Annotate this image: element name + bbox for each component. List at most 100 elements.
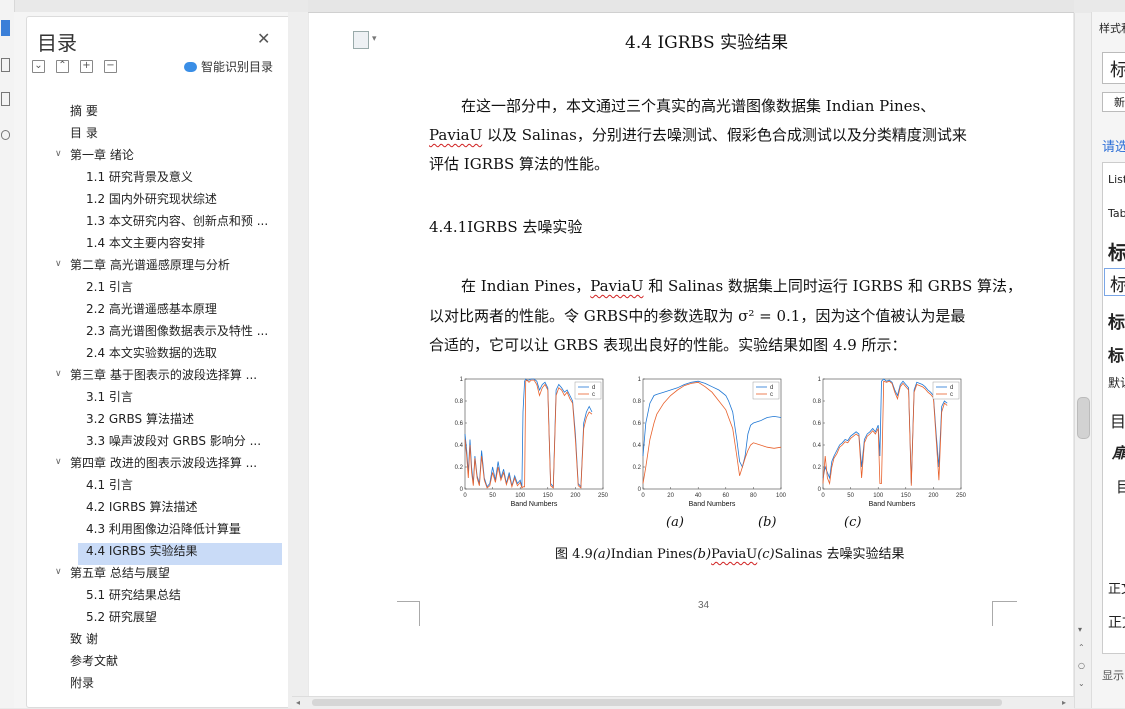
- y-tick-label: 0.6: [633, 421, 642, 427]
- style-item-table[interactable]: Tab: [1108, 207, 1125, 220]
- caption-fig-number: 图 4.9: [555, 547, 593, 562]
- legend-label: c: [950, 392, 953, 398]
- y-tick-label: 0.2: [633, 465, 642, 471]
- toc-item[interactable]: 1.1 研究背景及意义: [86, 166, 193, 188]
- style-item-heading2[interactable]: 标: [1110, 271, 1125, 297]
- next-page-icon[interactable]: ⌄: [1078, 679, 1085, 688]
- x-axis-title: Band Numbers: [511, 501, 558, 508]
- toc-item[interactable]: 1.4 本文主要内容安排: [86, 232, 205, 254]
- search-rail-icon[interactable]: [1, 130, 10, 140]
- x-tick-label: 0: [821, 493, 825, 499]
- y-tick-label: 0.6: [455, 421, 464, 427]
- remove-heading-icon[interactable]: −: [104, 60, 117, 73]
- toc-item[interactable]: 2.1 引言: [86, 276, 133, 298]
- toc-item[interactable]: 致 谢: [70, 628, 98, 650]
- x-tick-label: 20: [667, 493, 674, 499]
- style-item-default[interactable]: 默认: [1108, 374, 1125, 391]
- styles-pane-title: 样式和: [1099, 22, 1125, 35]
- chevron-down-icon[interactable]: ∨: [55, 259, 62, 269]
- hscroll-thumb[interactable]: [312, 699, 1002, 706]
- doc-page-icon[interactable]: [353, 31, 369, 49]
- close-icon[interactable]: ✕: [257, 29, 270, 48]
- toc-item[interactable]: 3.3 噪声波段对 GRBS 影响分 ...: [86, 430, 261, 452]
- style-item-heading1[interactable]: 标: [1108, 238, 1125, 265]
- bookmark-rail-icon[interactable]: [1, 92, 10, 106]
- prev-page-icon[interactable]: ⌃: [1078, 643, 1085, 652]
- toc-item[interactable]: 4.3 利用图像边沿降低计算量: [86, 518, 241, 540]
- add-heading-icon[interactable]: +: [80, 60, 93, 73]
- horizontal-scrollbar[interactable]: ◂ ▸: [292, 696, 1074, 709]
- toc-item[interactable]: 第三章 基于图表示的波段选择算 ...: [70, 364, 257, 386]
- toc-item[interactable]: 1.3 本文研究内容、创新点和预 ...: [86, 210, 268, 232]
- toc-item[interactable]: 附录: [70, 672, 94, 694]
- scroll-down-icon[interactable]: ▾: [1078, 625, 1082, 634]
- toc-item[interactable]: 摘 要: [70, 100, 98, 122]
- styles-pane: 样式和 标 新 请选 List Tab 标 标 标 标 默认 目 扉 目 正文 …: [1091, 12, 1125, 708]
- style-item-body[interactable]: 正文: [1108, 578, 1125, 597]
- toc-item[interactable]: 目 录: [70, 122, 98, 144]
- toc-item[interactable]: 4.2 IGRBS 算法描述: [86, 496, 198, 518]
- toc-item[interactable]: 参考文献: [70, 650, 118, 672]
- toc-item[interactable]: 5.2 研究展望: [86, 606, 157, 628]
- document-scrollbar[interactable]: ▾ ⌃ ○ ⌄: [1074, 13, 1091, 708]
- line-chart: 0 20 40 60 80 10000.20.40.60.81dcBand Numbers: [633, 377, 787, 508]
- style-item-toc2[interactable]: 目: [1116, 476, 1125, 497]
- scroll-left-icon[interactable]: ◂: [296, 698, 300, 707]
- chevron-down-icon[interactable]: ∨: [55, 457, 62, 467]
- style-item-heading4[interactable]: 标: [1108, 342, 1124, 366]
- collapse-all-icon[interactable]: ⌄: [32, 60, 45, 73]
- x-tick-label: 50: [847, 493, 854, 499]
- toc-item[interactable]: 第五章 总结与展望: [70, 562, 170, 584]
- chevron-down-icon[interactable]: ∨: [55, 149, 62, 159]
- x-tick-label: 40: [695, 493, 702, 499]
- scroll-right-icon[interactable]: ▸: [1062, 698, 1066, 707]
- caption-a-mark: (a): [592, 547, 611, 562]
- toc-scrollbar[interactable]: [288, 12, 308, 708]
- y-tick-label: 1: [460, 377, 464, 383]
- toc-item[interactable]: 2.2 高光谱遥感基本原理: [86, 298, 217, 320]
- legend-label: d: [950, 385, 953, 391]
- scrollbar-thumb[interactable]: [1077, 397, 1090, 439]
- caption-salinas: Salinas 去噪实验结果: [774, 547, 905, 562]
- toc-item[interactable]: 第一章 绪论: [70, 144, 134, 166]
- toc-rail-icon[interactable]: [1, 20, 10, 36]
- page-rail-icon[interactable]: [1, 58, 10, 72]
- smart-detect-button[interactable]: 智能识别目录: [184, 58, 273, 75]
- toc-item[interactable]: 2.3 高光谱图像数据表示及特性 ...: [86, 320, 268, 342]
- chevron-down-icon[interactable]: ∨: [55, 369, 62, 379]
- select-browse-icon[interactable]: ○: [1078, 661, 1085, 670]
- line-chart: 0 50 100 150 200 25000.20.40.60.81dcBand Numb…: [455, 377, 609, 508]
- para2-line1: 在 Indian Pines，PaviaU 和 Salinas 数据集上同时运行…: [461, 275, 1022, 296]
- y-tick-label: 0.4: [455, 443, 464, 449]
- toc-item-selected[interactable]: 4.4 IGRBS 实验结果: [86, 540, 198, 562]
- toc-item[interactable]: 5.1 研究结果总结: [86, 584, 181, 606]
- style-item-list[interactable]: List: [1108, 173, 1125, 186]
- y-tick-label: 0.8: [633, 399, 642, 405]
- toc-item[interactable]: 2.4 本文实验数据的选取: [86, 342, 217, 364]
- style-item-body2[interactable]: 正文: [1108, 612, 1125, 632]
- toc-item[interactable]: 4.1 引言: [86, 474, 133, 496]
- x-tick-label: 50: [489, 493, 496, 499]
- toc-item[interactable]: 第四章 改进的图表示波段选择算 ...: [70, 452, 257, 474]
- legend-label: c: [770, 392, 773, 398]
- toc-item[interactable]: 第二章 高光谱遥感原理与分析: [70, 254, 230, 276]
- toc-item[interactable]: 3.2 GRBS 算法描述: [86, 408, 194, 430]
- para2-line1-a: 在 Indian Pines，: [461, 277, 591, 295]
- chevron-down-icon[interactable]: ∨: [55, 567, 62, 577]
- toc-item[interactable]: 1.2 国内外研究现状综述: [86, 188, 217, 210]
- caption-paviau: PaviaU: [711, 547, 758, 562]
- section-heading: 4.4 IGRBS 实验结果: [625, 33, 789, 53]
- figure-a-chart: 0 50 100 150 200 250 0 0.2 0.4 0.6 0.8 1 d c Band Numb…: [449, 373, 609, 513]
- document-page: ▾ 4.4 IGRBS 实验结果 在这一部分中，本文通过三个真实的高光谱图像数据…: [309, 13, 1073, 696]
- style-item-toc[interactable]: 目: [1110, 408, 1125, 432]
- legend-box: [932, 381, 960, 400]
- x-tick-label: 0: [641, 493, 645, 499]
- legend-label: d: [592, 385, 595, 391]
- toc-title: 目录: [37, 31, 77, 55]
- expand-all-icon[interactable]: ⌃: [56, 60, 69, 73]
- top-tab-strip: [308, 0, 1074, 13]
- style-item-heading3[interactable]: 标: [1108, 308, 1125, 333]
- style-item-title[interactable]: 扉: [1112, 442, 1125, 463]
- chevron-down-icon[interactable]: ▾: [372, 34, 377, 44]
- toc-item[interactable]: 3.1 引言: [86, 386, 133, 408]
